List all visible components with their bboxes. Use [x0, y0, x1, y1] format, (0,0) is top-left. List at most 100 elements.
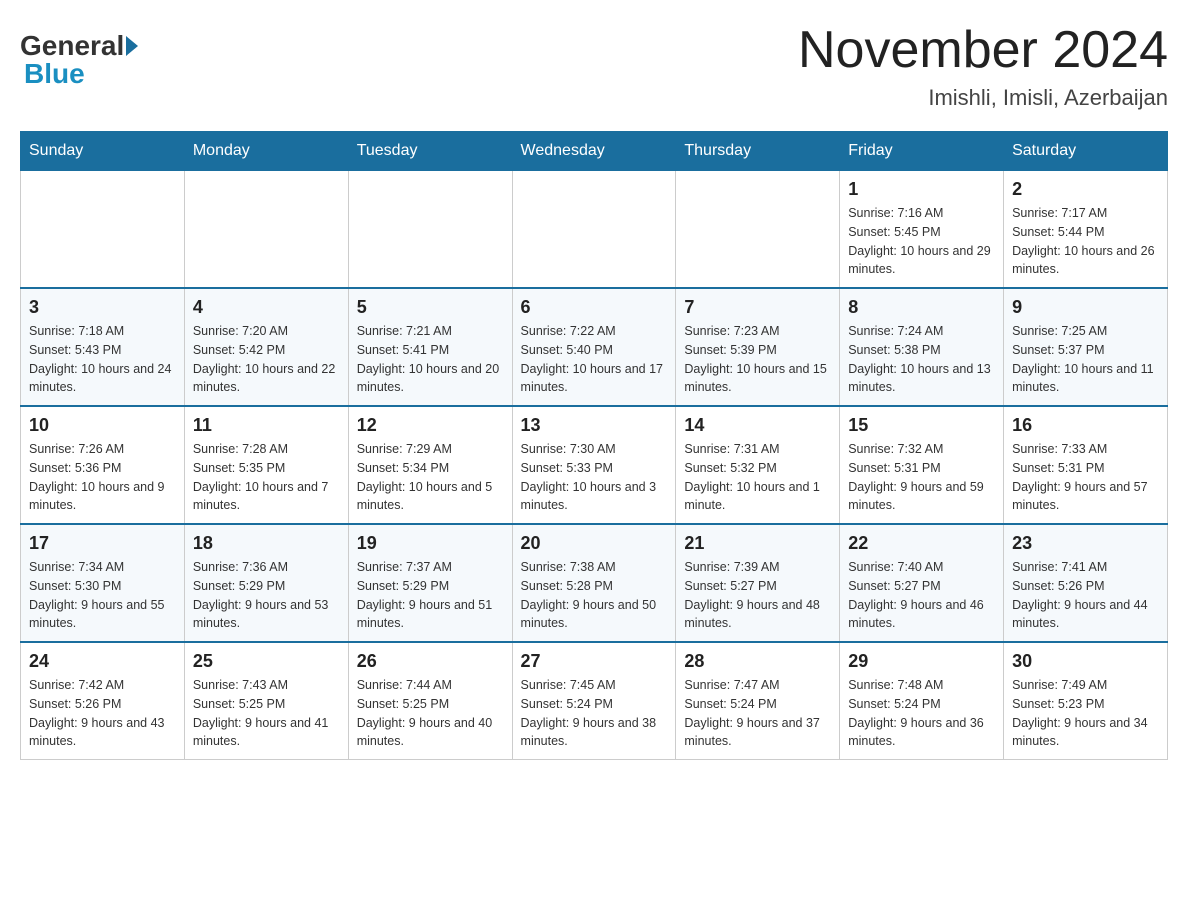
calendar-cell: 25Sunrise: 7:43 AM Sunset: 5:25 PM Dayli…: [184, 642, 348, 760]
logo: General Blue: [20, 30, 138, 90]
day-info: Sunrise: 7:32 AM Sunset: 5:31 PM Dayligh…: [848, 440, 995, 515]
calendar-cell: 5 Sunrise: 7:21 AM Sunset: 5:41 PM Daylig…: [348, 288, 512, 406]
day-info: Sunrise: 7:37 AM Sunset: 5:29 PM Dayligh…: [357, 558, 504, 633]
day-number: 26: [357, 651, 504, 672]
calendar-cell: 23 Sunrise: 7:41 AM Sunset: 5:26 PM Dayli…: [1004, 524, 1168, 642]
calendar-cell: 29Sunrise: 7:48 AM Sunset: 5:24 PM Dayli…: [840, 642, 1004, 760]
header-day-saturday: Saturday: [1004, 132, 1168, 171]
day-number: 15: [848, 415, 995, 436]
day-info: Sunrise: 7:43 AM Sunset: 5:25 PM Dayligh…: [193, 676, 340, 751]
day-number: 21: [684, 533, 831, 554]
day-info: Sunrise: 7:33 AM Sunset: 5:31 PM Dayligh…: [1012, 440, 1159, 515]
day-info: Sunrise: 7:31 AM Sunset: 5:32 PM Dayligh…: [684, 440, 831, 515]
calendar-cell: [676, 171, 840, 289]
calendar-cell: 8 Sunrise: 7:24 AM Sunset: 5:38 PM Daylig…: [840, 288, 1004, 406]
calendar-cell: 21 Sunrise: 7:39 AM Sunset: 5:27 PM Dayli…: [676, 524, 840, 642]
day-info: Sunrise: 7:30 AM Sunset: 5:33 PM Dayligh…: [521, 440, 668, 515]
header-day-friday: Friday: [840, 132, 1004, 171]
calendar-cell: 2 Sunrise: 7:17 AM Sunset: 5:44 PM Daylig…: [1004, 171, 1168, 289]
day-number: 8: [848, 297, 995, 318]
day-number: 9: [1012, 297, 1159, 318]
day-number: 22: [848, 533, 995, 554]
day-number: 3: [29, 297, 176, 318]
day-info: Sunrise: 7:38 AM Sunset: 5:28 PM Dayligh…: [521, 558, 668, 633]
day-number: 23: [1012, 533, 1159, 554]
day-info: Sunrise: 7:39 AM Sunset: 5:27 PM Dayligh…: [684, 558, 831, 633]
day-number: 2: [1012, 179, 1159, 200]
calendar-subtitle: Imishli, Imisli, Azerbaijan: [798, 85, 1168, 111]
day-info: Sunrise: 7:21 AM Sunset: 5:41 PM Dayligh…: [357, 322, 504, 397]
day-number: 24: [29, 651, 176, 672]
day-info: Sunrise: 7:17 AM Sunset: 5:44 PM Dayligh…: [1012, 204, 1159, 279]
calendar-cell: 28 Sunrise: 7:47 AM Sunset: 5:24 PM Dayli…: [676, 642, 840, 760]
day-info: Sunrise: 7:48 AM Sunset: 5:24 PM Dayligh…: [848, 676, 995, 751]
day-number: 18: [193, 533, 340, 554]
day-info: Sunrise: 7:42 AM Sunset: 5:26 PM Dayligh…: [29, 676, 176, 751]
calendar-cell: 10Sunrise: 7:26 AM Sunset: 5:36 PM Dayli…: [21, 406, 185, 524]
calendar-cell: 18 Sunrise: 7:36 AM Sunset: 5:29 PM Dayli…: [184, 524, 348, 642]
calendar-week-3: 10Sunrise: 7:26 AM Sunset: 5:36 PM Dayli…: [21, 406, 1168, 524]
calendar-cell: 9 Sunrise: 7:25 AM Sunset: 5:37 PM Daylig…: [1004, 288, 1168, 406]
day-info: Sunrise: 7:22 AM Sunset: 5:40 PM Dayligh…: [521, 322, 668, 397]
title-section: November 2024 Imishli, Imisli, Azerbaija…: [798, 20, 1168, 111]
day-info: Sunrise: 7:23 AM Sunset: 5:39 PM Dayligh…: [684, 322, 831, 397]
calendar-title: November 2024: [798, 20, 1168, 80]
day-info: Sunrise: 7:16 AM Sunset: 5:45 PM Dayligh…: [848, 204, 995, 279]
day-number: 4: [193, 297, 340, 318]
calendar-cell: 30Sunrise: 7:49 AM Sunset: 5:23 PM Dayli…: [1004, 642, 1168, 760]
calendar-cell: [512, 171, 676, 289]
day-info: Sunrise: 7:25 AM Sunset: 5:37 PM Dayligh…: [1012, 322, 1159, 397]
day-info: Sunrise: 7:18 AM Sunset: 5:43 PM Dayligh…: [29, 322, 176, 397]
day-info: Sunrise: 7:40 AM Sunset: 5:27 PM Dayligh…: [848, 558, 995, 633]
header-day-monday: Monday: [184, 132, 348, 171]
page-header: General Blue November 2024 Imishli, Imis…: [20, 20, 1168, 111]
calendar-header-row: SundayMondayTuesdayWednesdayThursdayFrid…: [21, 132, 1168, 171]
day-info: Sunrise: 7:24 AM Sunset: 5:38 PM Dayligh…: [848, 322, 995, 397]
day-number: 19: [357, 533, 504, 554]
calendar-cell: 7Sunrise: 7:23 AM Sunset: 5:39 PM Daylig…: [676, 288, 840, 406]
day-info: Sunrise: 7:20 AM Sunset: 5:42 PM Dayligh…: [193, 322, 340, 397]
header-day-thursday: Thursday: [676, 132, 840, 171]
calendar-cell: 16 Sunrise: 7:33 AM Sunset: 5:31 PM Dayli…: [1004, 406, 1168, 524]
calendar-cell: 14 Sunrise: 7:31 AM Sunset: 5:32 PM Dayli…: [676, 406, 840, 524]
day-number: 14: [684, 415, 831, 436]
calendar-cell: 4 Sunrise: 7:20 AM Sunset: 5:42 PM Daylig…: [184, 288, 348, 406]
calendar-cell: 6 Sunrise: 7:22 AM Sunset: 5:40 PM Daylig…: [512, 288, 676, 406]
day-number: 27: [521, 651, 668, 672]
calendar-cell: [184, 171, 348, 289]
header-day-sunday: Sunday: [21, 132, 185, 171]
day-number: 5: [357, 297, 504, 318]
day-number: 12: [357, 415, 504, 436]
calendar-cell: [21, 171, 185, 289]
day-info: Sunrise: 7:26 AM Sunset: 5:36 PM Dayligh…: [29, 440, 176, 515]
calendar-week-2: 3 Sunrise: 7:18 AM Sunset: 5:43 PM Daylig…: [21, 288, 1168, 406]
day-number: 6: [521, 297, 668, 318]
logo-arrow-icon: [126, 36, 138, 56]
calendar-table: SundayMondayTuesdayWednesdayThursdayFrid…: [20, 131, 1168, 760]
day-number: 16: [1012, 415, 1159, 436]
day-number: 13: [521, 415, 668, 436]
day-info: Sunrise: 7:29 AM Sunset: 5:34 PM Dayligh…: [357, 440, 504, 515]
day-info: Sunrise: 7:34 AM Sunset: 5:30 PM Dayligh…: [29, 558, 176, 633]
header-day-tuesday: Tuesday: [348, 132, 512, 171]
header-day-wednesday: Wednesday: [512, 132, 676, 171]
day-info: Sunrise: 7:36 AM Sunset: 5:29 PM Dayligh…: [193, 558, 340, 633]
calendar-cell: 11Sunrise: 7:28 AM Sunset: 5:35 PM Dayli…: [184, 406, 348, 524]
calendar-cell: 27 Sunrise: 7:45 AM Sunset: 5:24 PM Dayli…: [512, 642, 676, 760]
day-number: 17: [29, 533, 176, 554]
calendar-cell: 20 Sunrise: 7:38 AM Sunset: 5:28 PM Dayli…: [512, 524, 676, 642]
calendar-cell: 15 Sunrise: 7:32 AM Sunset: 5:31 PM Dayli…: [840, 406, 1004, 524]
calendar-week-5: 24 Sunrise: 7:42 AM Sunset: 5:26 PM Dayli…: [21, 642, 1168, 760]
calendar-cell: 3 Sunrise: 7:18 AM Sunset: 5:43 PM Daylig…: [21, 288, 185, 406]
calendar-cell: 13 Sunrise: 7:30 AM Sunset: 5:33 PM Dayli…: [512, 406, 676, 524]
day-info: Sunrise: 7:44 AM Sunset: 5:25 PM Dayligh…: [357, 676, 504, 751]
day-info: Sunrise: 7:49 AM Sunset: 5:23 PM Dayligh…: [1012, 676, 1159, 751]
day-number: 28: [684, 651, 831, 672]
calendar-week-1: 1Sunrise: 7:16 AM Sunset: 5:45 PM Daylig…: [21, 171, 1168, 289]
day-info: Sunrise: 7:47 AM Sunset: 5:24 PM Dayligh…: [684, 676, 831, 751]
day-info: Sunrise: 7:41 AM Sunset: 5:26 PM Dayligh…: [1012, 558, 1159, 633]
day-number: 11: [193, 415, 340, 436]
day-number: 20: [521, 533, 668, 554]
calendar-cell: 22 Sunrise: 7:40 AM Sunset: 5:27 PM Dayli…: [840, 524, 1004, 642]
day-info: Sunrise: 7:45 AM Sunset: 5:24 PM Dayligh…: [521, 676, 668, 751]
